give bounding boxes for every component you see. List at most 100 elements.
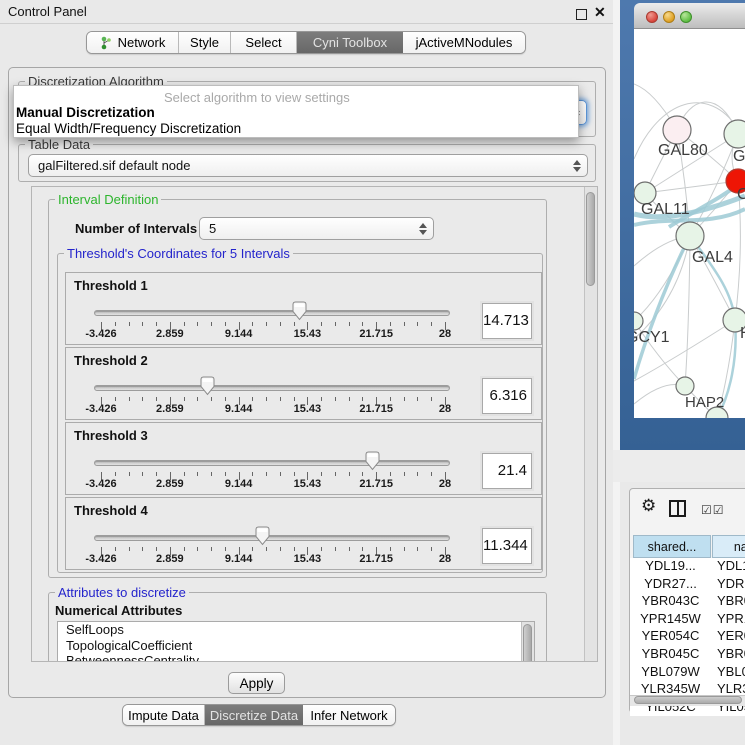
network-window-titlebar[interactable] <box>634 3 745 29</box>
interval-definition-group: Interval Definition Number of Intervals … <box>48 199 547 578</box>
tick-mark <box>404 397 405 401</box>
number-of-intervals-combobox[interactable]: 5 <box>199 217 434 240</box>
checkboxes-icon[interactable]: ☑☑ <box>701 503 725 517</box>
table-data-group: Table Data galFiltered.sif default node <box>18 144 596 182</box>
dropdown-item-manual[interactable]: Manual Discretization <box>16 105 155 120</box>
tick-mark <box>404 472 405 476</box>
table-hscrollbar-thumb[interactable] <box>634 696 742 704</box>
tick-mark <box>280 472 281 476</box>
numerical-attributes-list[interactable]: SelfLoopsTopologicalCoefficientBetweenne… <box>57 621 535 662</box>
tick-mark <box>294 547 295 551</box>
close-traffic-icon[interactable] <box>646 11 658 23</box>
close-icon[interactable]: ✕ <box>594 4 606 21</box>
table-row[interactable]: YDL19...YDL19 <box>630 558 745 576</box>
tick-label: 2.859 <box>156 553 184 565</box>
panel-scrollbar-thumb[interactable] <box>586 192 595 286</box>
tick-mark <box>266 322 267 326</box>
bottom-tab-infer-network[interactable]: Infer Network <box>303 705 395 725</box>
panel-title: Control Panel <box>8 4 87 19</box>
dropdown-item-equal-width[interactable]: Equal Width/Frequency Discretization <box>16 121 241 136</box>
network-node[interactable] <box>676 222 704 250</box>
node-label: GAL4 <box>692 249 733 266</box>
tick-mark <box>266 547 267 551</box>
threshold-label: Threshold 1 <box>74 278 148 293</box>
split-columns-icon[interactable] <box>669 500 686 517</box>
slider-thumb[interactable] <box>200 376 215 396</box>
slider-track[interactable] <box>94 385 450 391</box>
column-header-shared-name[interactable]: shared... <box>633 535 711 558</box>
bottom-tab-impute-data[interactable]: Impute Data <box>123 705 205 725</box>
tick-mark <box>252 322 253 326</box>
tick-mark <box>390 397 391 401</box>
float-window-icon[interactable] <box>576 9 587 20</box>
gear-icon[interactable]: ⚙ <box>641 496 656 516</box>
tick-mark <box>211 547 212 551</box>
bottom-tab-discretize-data[interactable]: Discretize Data <box>205 705 303 725</box>
table-row[interactable]: YER054CYER054C <box>630 628 745 646</box>
slider-track[interactable] <box>94 460 450 466</box>
table-row[interactable]: YBR045CYBR045C <box>630 646 745 664</box>
table-row[interactable]: YPR145WYPR145W <box>630 611 745 629</box>
slider-track[interactable] <box>94 310 450 316</box>
threshold-value-field[interactable]: 21.4 <box>482 453 532 489</box>
network-node[interactable] <box>663 116 691 144</box>
top-tab-bar: NetworkStyle Select Cyni Toolbox jActiveMNo… <box>86 31 526 54</box>
network-canvas[interactable]: GAL80GACGAL11GAL4GCY1HHAP2 <box>634 29 745 418</box>
tick-mark <box>142 397 143 401</box>
list-scrollbar[interactable] <box>521 622 534 662</box>
cell-name: YDL19 <box>711 558 745 576</box>
network-node[interactable] <box>676 377 694 395</box>
apply-button[interactable]: Apply <box>228 672 285 694</box>
tick-mark <box>280 397 281 401</box>
tab-jactivemnodules[interactable]: jActiveMNodules <box>403 32 525 53</box>
minimize-traffic-icon[interactable] <box>663 11 675 23</box>
tick-mark <box>362 547 363 551</box>
tab-label: Select <box>245 35 281 50</box>
attribute-item[interactable]: SelfLoops <box>58 622 534 638</box>
threshold-value-field[interactable]: 14.713 <box>482 303 532 339</box>
threshold-label: Threshold 4 <box>74 503 148 518</box>
tab-style[interactable]: Style <box>179 32 231 53</box>
slider-track[interactable] <box>94 535 450 541</box>
table-row[interactable]: YBL079WYBL079W <box>630 664 745 682</box>
tab-network[interactable]: Network <box>87 32 179 53</box>
cell-name: YBL079W <box>711 664 745 682</box>
tick-label: -3.426 <box>85 553 116 565</box>
tab-label: jActiveMNodules <box>416 35 513 50</box>
tab-select[interactable]: Select <box>231 32 297 53</box>
threshold-row-4: Threshold 4-3.4262.8599.14415.4321.71528… <box>65 497 542 570</box>
tick-mark <box>335 547 336 551</box>
cell-name: YER054C <box>711 628 745 646</box>
tick-mark <box>184 397 185 401</box>
tick-label: -3.426 <box>85 328 116 340</box>
tick-mark <box>362 322 363 326</box>
zoom-traffic-icon[interactable] <box>680 11 692 23</box>
tick-label: 15.43 <box>294 403 322 415</box>
list-scrollbar-thumb[interactable] <box>523 624 532 662</box>
threshold-row-3: Threshold 3-3.4262.8599.14415.4321.71528… <box>65 422 542 495</box>
tick-mark <box>252 397 253 401</box>
table-data-combobox[interactable]: galFiltered.sif default node <box>28 154 588 177</box>
table-row[interactable]: YDR27...YDR27 <box>630 576 745 594</box>
group-title-thresholds: Threshold's Coordinates for 5 Intervals <box>64 246 293 261</box>
attribute-item[interactable]: TopologicalCoefficient <box>58 638 534 654</box>
dropdown-placeholder: Select algorithm to view settings <box>164 90 350 105</box>
table-row[interactable]: YBR043CYBR043C <box>630 593 745 611</box>
slider-thumb[interactable] <box>365 451 380 471</box>
tick-label: 28 <box>439 403 451 415</box>
slider-thumb[interactable] <box>292 301 307 321</box>
cell-shared-name: YDR27... <box>630 576 711 594</box>
tick-mark <box>321 322 322 326</box>
tick-mark <box>197 547 198 551</box>
threshold-value-field[interactable]: 11.344 <box>482 528 532 564</box>
network-node[interactable] <box>634 312 643 330</box>
column-header-name[interactable]: name <box>712 535 745 558</box>
tick-mark <box>266 397 267 401</box>
threshold-value-field[interactable]: 6.316 <box>482 378 532 414</box>
network-node[interactable] <box>724 120 745 148</box>
tick-label: 9.144 <box>225 328 253 340</box>
slider-thumb[interactable] <box>255 526 270 546</box>
tab-cyni-toolbox[interactable]: Cyni Toolbox <box>297 32 403 53</box>
panel-scrollbar[interactable] <box>584 187 597 661</box>
attribute-item[interactable]: BetweennessCentrality <box>58 653 534 662</box>
